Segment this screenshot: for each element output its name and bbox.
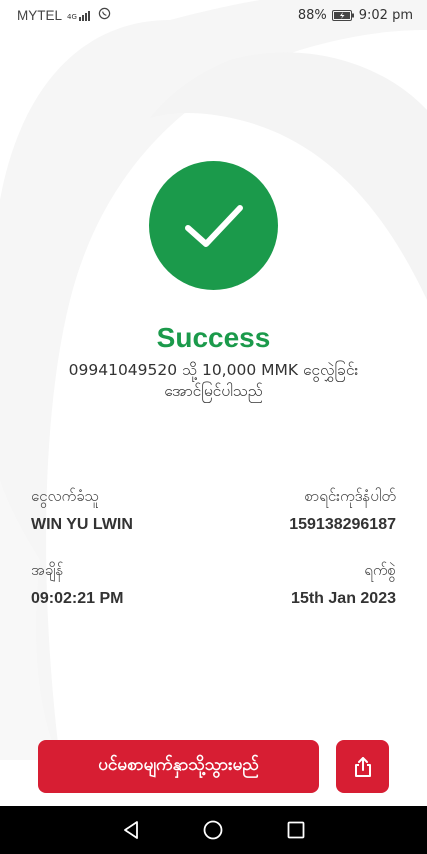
transaction-id-label: စာရင်းကုဒ်နံပါတ်	[304, 487, 396, 505]
back-triangle-icon	[124, 821, 139, 839]
transaction-details: ငွေလက်ခံသူ WIN YU LWIN စာရင်းကုဒ်နံပါတ် …	[31, 484, 396, 632]
time-block: အချိန် 09:02:21 PM	[31, 558, 124, 608]
recents-square-icon	[287, 821, 305, 839]
receiver-value: WIN YU LWIN	[31, 516, 133, 533]
back-nav-button[interactable]	[111, 810, 151, 850]
time-value: 09:02:21 PM	[31, 590, 124, 607]
transaction-id-value: 159138296187	[289, 516, 396, 533]
success-check-circle	[149, 161, 278, 290]
status-bar: MYTEL 4G 88% 9:02 pm	[0, 0, 427, 30]
home-nav-button[interactable]	[193, 810, 233, 850]
details-row-datetime: အချိန် 09:02:21 PM ရက်စွဲ 15th Jan 2023	[31, 558, 396, 608]
date-label: ရက်စွဲ	[364, 561, 396, 579]
transaction-id-block: စာရင်းကုဒ်နံပါတ် 159138296187	[289, 484, 396, 534]
clock: 9:02 pm	[358, 7, 413, 23]
battery-percent: 88%	[297, 7, 327, 23]
date-block: ရက်စွဲ 15th Jan 2023	[291, 558, 396, 608]
success-message: 09941049520 သို့ 10,000 MMK ငွေလွှဲခြင်း…	[68, 361, 359, 400]
details-row-receiver: ငွေလက်ခံသူ WIN YU LWIN စာရင်းကုဒ်နံပါတ် …	[31, 484, 396, 534]
network-type: 4G	[67, 12, 77, 21]
battery-charging-icon	[331, 9, 354, 21]
share-button[interactable]	[336, 740, 389, 793]
carrier-name: MYTEL	[17, 7, 63, 23]
receiver-block: ငွေလက်ခံသူ WIN YU LWIN	[31, 484, 133, 534]
android-navigation-bar	[0, 806, 427, 854]
success-title: Success	[156, 322, 271, 353]
home-circle-icon	[204, 820, 223, 840]
payment-success-screen: MYTEL 4G 88% 9:02 pm Success 09941049520…	[0, 0, 427, 854]
go-to-home-button[interactable]: ပင်မစာမျက်နှာသို့သွားမည်	[38, 740, 319, 793]
share-icon	[354, 756, 371, 777]
viber-icon	[98, 7, 111, 24]
time-label: အချိန်	[31, 561, 64, 579]
receiver-label: ငွေလက်ခံသူ	[31, 487, 100, 505]
network-signal-icon: 4G	[67, 10, 93, 21]
recents-nav-button[interactable]	[276, 810, 316, 850]
checkmark-icon	[184, 204, 243, 247]
date-value: 15th Jan 2023	[291, 590, 396, 607]
